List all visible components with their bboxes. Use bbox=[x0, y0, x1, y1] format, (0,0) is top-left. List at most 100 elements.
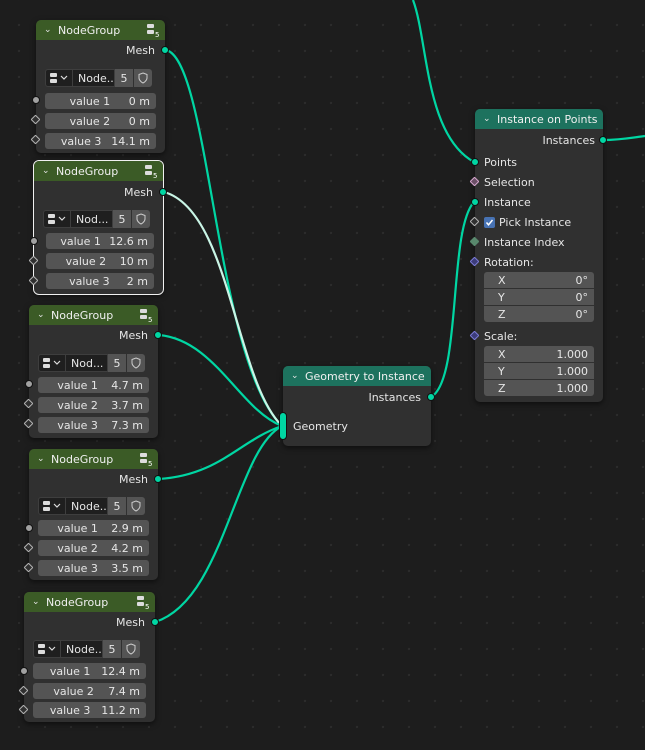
svg-text:5: 5 bbox=[148, 316, 152, 323]
scale-x-field[interactable]: X 1.000 bbox=[484, 346, 594, 362]
fake-user-shield-icon[interactable] bbox=[127, 354, 145, 372]
geometry-to-instance-node[interactable]: ⌄ Geometry to Instance Instances Geometr… bbox=[279, 366, 435, 446]
node-tree-browse-icon[interactable] bbox=[33, 640, 61, 658]
svg-text:5: 5 bbox=[145, 603, 149, 610]
datablock-name[interactable]: Node... bbox=[73, 69, 115, 87]
node-header[interactable]: ⌄ NodeGroup 5 bbox=[36, 20, 165, 40]
datablock-name[interactable]: Nod... bbox=[71, 210, 113, 228]
rotation-x-field[interactable]: X 0° bbox=[484, 272, 594, 288]
node-header[interactable]: ⌄ Geometry to Instance bbox=[283, 366, 431, 386]
link-output-right bbox=[602, 134, 645, 142]
node-title: NodeGroup bbox=[51, 452, 114, 466]
node-tree-browse-icon[interactable] bbox=[45, 69, 73, 87]
scale-y-field[interactable]: Y 1.000 bbox=[484, 363, 594, 379]
node-tree-browse-icon[interactable] bbox=[43, 210, 71, 228]
nodegroup-node-1[interactable]: ⌄ NodeGroup 5 Mesh Node... 5 value 10 m … bbox=[30, 20, 169, 153]
user-count[interactable]: 5 bbox=[108, 354, 126, 372]
value-1-field[interactable]: value 10 m bbox=[45, 93, 156, 109]
mesh-output-label: Mesh bbox=[126, 44, 155, 57]
link-group3-to-geometry bbox=[158, 333, 283, 428]
value-3-field[interactable]: value 3 11.2 m bbox=[33, 702, 146, 718]
node-header[interactable]: ⌄ Instance on Points bbox=[475, 109, 603, 129]
link-top-to-points bbox=[411, 0, 475, 163]
value-1-socket[interactable] bbox=[25, 380, 33, 388]
nodegroup-node-5[interactable]: ⌄ NodeGroup 5 Mesh Node... 5 value 1 12.4… bbox=[18, 592, 159, 722]
node-tree-browse-icon[interactable] bbox=[38, 497, 66, 515]
value-2-field[interactable]: value 2 4.2 m bbox=[38, 540, 149, 556]
chevron-down-icon[interactable]: ⌄ bbox=[32, 597, 44, 607]
value-1-socket[interactable] bbox=[30, 237, 38, 245]
value-3-field[interactable]: value 3 7.3 m bbox=[38, 417, 149, 433]
user-count[interactable]: 5 bbox=[108, 497, 126, 515]
node-header[interactable]: ⌄ NodeGroup 5 bbox=[29, 449, 158, 469]
instances-output-socket[interactable] bbox=[427, 393, 435, 401]
instances-output-socket[interactable] bbox=[599, 136, 607, 144]
value-1-socket[interactable] bbox=[20, 667, 28, 675]
mesh-output-socket[interactable] bbox=[154, 475, 162, 483]
nodegroup-datablock-selector[interactable]: Nod... 5 bbox=[43, 210, 150, 228]
nodegroup-datablock-selector[interactable]: Node... 5 bbox=[33, 640, 140, 658]
chevron-down-icon[interactable]: ⌄ bbox=[37, 454, 49, 464]
link-group2-to-geometry bbox=[163, 190, 283, 427]
instance-on-points-node[interactable]: ⌄ Instance on Points Instances Points Se… bbox=[469, 109, 607, 402]
node-header[interactable]: ⌄ NodeGroup 5 bbox=[34, 161, 163, 181]
value-1-field[interactable]: value 1 12.6 m bbox=[46, 233, 154, 249]
value-3-field[interactable]: value 3 3.5 m bbox=[38, 560, 149, 576]
nodegroup-datablock-selector[interactable]: Nod... 5 bbox=[38, 354, 145, 372]
datablock-name[interactable]: Node... bbox=[66, 497, 108, 515]
node-header[interactable]: ⌄ NodeGroup 5 bbox=[24, 592, 155, 612]
chevron-down-icon[interactable]: ⌄ bbox=[42, 166, 54, 176]
points-input-socket[interactable] bbox=[471, 158, 479, 166]
user-count[interactable]: 5 bbox=[115, 69, 133, 87]
svg-text:5: 5 bbox=[155, 31, 159, 38]
chevron-down-icon[interactable]: ⌄ bbox=[44, 25, 56, 35]
value-3-field[interactable]: value 32 m bbox=[46, 273, 154, 289]
node-title: NodeGroup bbox=[58, 23, 121, 37]
value-3-field[interactable]: value 3 14.1 m bbox=[45, 133, 156, 149]
user-count[interactable]: 5 bbox=[103, 640, 121, 658]
value-1-socket[interactable] bbox=[32, 96, 40, 104]
nodegroup-node-4[interactable]: ⌄ NodeGroup 5 Mesh Node... 5 value 1 2.9 … bbox=[23, 449, 162, 580]
link-group5-to-geometry bbox=[154, 425, 283, 624]
mesh-output-socket[interactable] bbox=[159, 188, 167, 196]
fake-user-shield-icon[interactable] bbox=[132, 210, 150, 228]
value-2-field[interactable]: value 2 10 m bbox=[46, 253, 154, 269]
value-1-field[interactable]: value 1 12.4 m bbox=[33, 663, 146, 679]
mesh-output-socket[interactable] bbox=[151, 618, 159, 626]
value-1-socket[interactable] bbox=[25, 524, 33, 532]
nodegroup-datablock-selector[interactable]: Node... 5 bbox=[38, 497, 145, 515]
nodegroup-node-2[interactable]: ⌄ NodeGroup 5 Mesh Nod... 5 value 1 12.6 … bbox=[28, 160, 167, 295]
node-tree-browse-icon[interactable] bbox=[38, 354, 66, 372]
instance-input-socket[interactable] bbox=[471, 198, 479, 206]
datablock-name[interactable]: Nod... bbox=[66, 354, 108, 372]
mesh-output-label: Mesh bbox=[124, 186, 153, 199]
geometry-multi-input-socket[interactable] bbox=[279, 412, 287, 440]
fake-user-shield-icon[interactable] bbox=[122, 640, 140, 658]
node-header[interactable]: ⌄ NodeGroup 5 bbox=[29, 305, 158, 325]
pick-instance-checkbox[interactable] bbox=[484, 217, 495, 228]
chevron-down-icon[interactable]: ⌄ bbox=[483, 114, 495, 124]
rotation-y-field[interactable]: Y 0° bbox=[484, 289, 594, 305]
nodegroup-node-3[interactable]: ⌄ NodeGroup 5 Mesh Nod... 5 value 1 4.7 m… bbox=[23, 305, 162, 438]
chevron-down-icon[interactable]: ⌄ bbox=[291, 371, 303, 381]
fake-user-shield-icon[interactable] bbox=[134, 69, 152, 87]
mesh-output-socket[interactable] bbox=[154, 331, 162, 339]
fake-user-shield-icon[interactable] bbox=[127, 497, 145, 515]
datablock-name[interactable]: Node... bbox=[61, 640, 103, 658]
chevron-down-icon[interactable]: ⌄ bbox=[37, 310, 49, 320]
node-tree-icon: 5 bbox=[147, 24, 159, 38]
scale-z-field[interactable]: Z 1.000 bbox=[484, 380, 594, 396]
value-2-field[interactable]: value 2 3.7 m bbox=[38, 397, 149, 413]
link-group4-to-geometry bbox=[158, 424, 283, 481]
nodegroup-datablock-selector[interactable]: Node... 5 bbox=[45, 69, 152, 87]
node-title: NodeGroup bbox=[46, 595, 109, 609]
value-2-field[interactable]: value 2 7.4 m bbox=[33, 683, 146, 699]
user-count[interactable]: 5 bbox=[113, 210, 131, 228]
instances-output-label: Instances bbox=[542, 134, 595, 147]
value-1-field[interactable]: value 1 4.7 m bbox=[38, 377, 149, 393]
value-2-field[interactable]: value 20 m bbox=[45, 113, 156, 129]
rotation-z-field[interactable]: Z 0° bbox=[484, 306, 594, 322]
node-tree-icon: 5 bbox=[140, 309, 152, 323]
mesh-output-socket[interactable] bbox=[161, 46, 169, 54]
value-1-field[interactable]: value 1 2.9 m bbox=[38, 520, 149, 536]
